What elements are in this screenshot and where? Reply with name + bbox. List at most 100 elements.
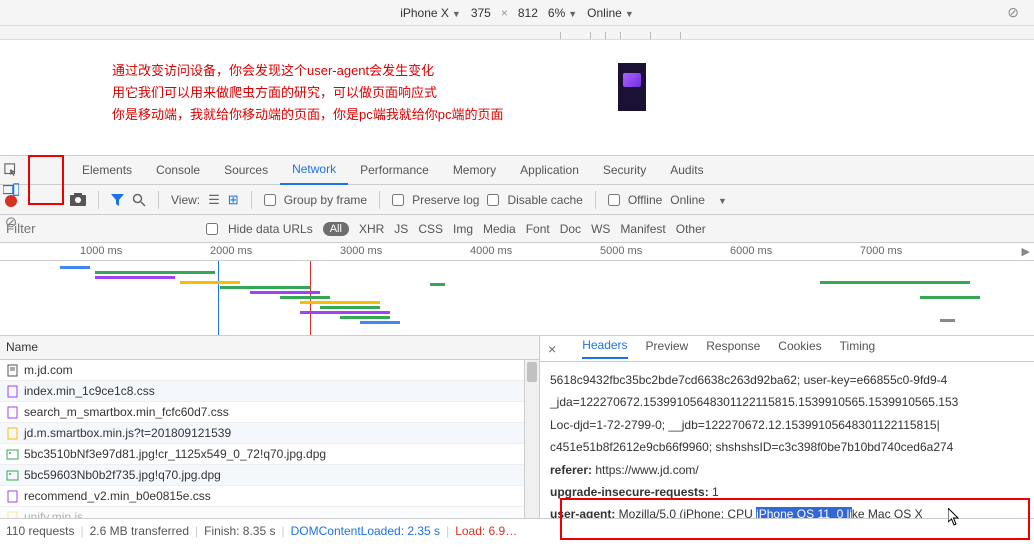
record-button[interactable]: [5, 195, 17, 207]
group-by-frame-label: Group by frame: [284, 193, 367, 207]
tab-audits[interactable]: Audits: [658, 155, 715, 185]
viewport-area: 通过改变访问设备，你会发现这个user-agent会发生变化 用它我们可以用来做…: [0, 40, 1034, 155]
throttle-select[interactable]: Online▼: [587, 6, 634, 20]
details-tabs: × Headers Preview Response Cookies Timin…: [540, 336, 1034, 362]
close-icon[interactable]: ×: [548, 341, 556, 357]
left-gutter-2: ⊘: [0, 192, 22, 231]
filter-manifest[interactable]: Manifest: [620, 222, 665, 236]
filter-font[interactable]: Font: [526, 222, 550, 236]
referer-line: referer: https://www.jd.com/: [550, 460, 1024, 480]
filter-all[interactable]: All: [323, 222, 349, 236]
panel-tabs: Elements Console Sources Network Perform…: [0, 155, 1034, 185]
tab-response[interactable]: Response: [706, 339, 760, 358]
details-pane: × Headers Preview Response Cookies Timin…: [540, 336, 1034, 518]
filter-xhr[interactable]: XHR: [359, 222, 384, 236]
mouse-cursor: [948, 508, 962, 526]
js-icon: [6, 427, 19, 440]
column-header-name[interactable]: Name: [0, 336, 539, 360]
network-toolbar: View: ☰ ⊞ Group by frame Preserve log Di…: [0, 185, 1034, 215]
tab-memory[interactable]: Memory: [441, 155, 508, 185]
request-row[interactable]: 5bc3510bNf3e97d81.jpg!cr_1125x549_0_72!q…: [0, 444, 524, 465]
waterfall[interactable]: [0, 261, 1034, 336]
request-row[interactable]: unify.min.js: [0, 507, 524, 518]
filter-img[interactable]: Img: [453, 222, 473, 236]
request-row[interactable]: index.min_1c9ce1c8.css: [0, 381, 524, 402]
status-requests: 110 requests: [6, 524, 75, 538]
device-select[interactable]: iPhone X▼: [400, 6, 461, 20]
group-by-frame-checkbox[interactable]: [264, 194, 276, 206]
js-icon: [6, 511, 19, 519]
tab-timing[interactable]: Timing: [840, 339, 876, 358]
disable-cache-checkbox[interactable]: [487, 194, 499, 206]
inspect-icon[interactable]: [4, 163, 18, 177]
grid-view-icon[interactable]: ⊞: [228, 192, 239, 208]
request-row[interactable]: 5bc59603Nb0b2f735.jpg!q70.jpg.dpg: [0, 465, 524, 486]
cookie-line: 5618c9432fbc35bc2bde7cd6638c263d92ba62; …: [550, 370, 1024, 390]
tab-console[interactable]: Console: [144, 155, 212, 185]
clear-icon[interactable]: ⊘: [5, 213, 18, 231]
viewport-height[interactable]: 812: [518, 6, 538, 20]
loc-line: Loc-djd=1-72-2799-0; __jdb=122270672.12.…: [550, 415, 1024, 435]
tab-application[interactable]: Application: [508, 155, 591, 185]
hide-data-urls-label: Hide data URLs: [228, 222, 313, 236]
c451-line: c451e51b8f2612e9cb66f9960; shshshsID=c3c…: [550, 437, 1024, 457]
tab-headers[interactable]: Headers: [582, 338, 627, 359]
view-label: View:: [171, 193, 200, 207]
scrollbar[interactable]: [524, 360, 539, 518]
css-icon: [6, 385, 19, 398]
list-view-icon[interactable]: ☰: [208, 192, 220, 208]
highlight-box-1: [28, 155, 64, 205]
filter-icon[interactable]: [111, 194, 124, 206]
hide-data-urls-checkbox[interactable]: [206, 223, 218, 235]
disable-cache-label: Disable cache: [507, 193, 582, 207]
zoom-select[interactable]: 6%▼: [548, 6, 577, 20]
offline-label: Offline: [628, 193, 662, 207]
status-load: Load: 6.9…: [455, 524, 517, 538]
throttle-select-2[interactable]: Online ▼: [670, 193, 727, 207]
search-icon[interactable]: [132, 193, 146, 207]
headers-body[interactable]: 5618c9432fbc35bc2bde7cd6638c263d92ba62; …: [540, 362, 1034, 518]
filter-doc[interactable]: Doc: [560, 222, 581, 236]
tab-security[interactable]: Security: [591, 155, 658, 185]
css-icon: [6, 406, 19, 419]
device-toolbar: iPhone X▼ 375 × 812 6%▼ Online▼ ⊘: [0, 0, 1034, 26]
filter-ws[interactable]: WS: [591, 222, 610, 236]
time-axis: 1000 ms 2000 ms 3000 ms 4000 ms 5000 ms …: [0, 243, 1034, 261]
preserve-log-label: Preserve log: [412, 193, 479, 207]
status-dcl: DOMContentLoaded: 2.35 s: [291, 524, 440, 538]
annotation-text: 通过改变访问设备，你会发现这个user-agent会发生变化 用它我们可以用来做…: [112, 60, 503, 126]
ruler: [0, 26, 1034, 40]
rotate-icon[interactable]: ⊘: [1007, 4, 1019, 21]
img-icon: [6, 469, 19, 482]
status-transferred: 2.6 MB transferred: [90, 524, 189, 538]
preserve-log-checkbox[interactable]: [392, 194, 404, 206]
jda-line: _jda=122270672.1539910564830112211​5815.…: [550, 392, 1024, 412]
doc-icon: [6, 364, 19, 377]
filter-other[interactable]: Other: [676, 222, 706, 236]
request-row[interactable]: jd.m.smartbox.min.js?t=201809121539: [0, 423, 524, 444]
offline-checkbox[interactable]: [608, 194, 620, 206]
tab-performance[interactable]: Performance: [348, 155, 441, 185]
dimension-separator: ×: [501, 6, 508, 20]
request-list-pane: Name m.jd.com index.min_1c9ce1c8.css sea…: [0, 336, 540, 518]
request-row[interactable]: m.jd.com: [0, 360, 524, 381]
viewport-width[interactable]: 375: [471, 6, 491, 20]
filter-js[interactable]: JS: [394, 222, 408, 236]
page-thumbnail: [618, 63, 646, 111]
tab-sources[interactable]: Sources: [212, 155, 280, 185]
filter-bar: Hide data URLs All XHR JS CSS Img Media …: [0, 215, 1034, 243]
camera-icon[interactable]: [70, 193, 86, 206]
img-icon: [6, 448, 19, 461]
split-pane: Name m.jd.com index.min_1c9ce1c8.css sea…: [0, 336, 1034, 518]
filter-input[interactable]: [6, 221, 126, 236]
tab-network[interactable]: Network: [280, 155, 348, 185]
filter-css[interactable]: CSS: [418, 222, 443, 236]
request-row[interactable]: search_m_smartbox.min_fcfc60d7.css: [0, 402, 524, 423]
tab-preview[interactable]: Preview: [646, 339, 689, 358]
request-row[interactable]: recommend_v2.min_b0e0815e.css: [0, 486, 524, 507]
tab-cookies[interactable]: Cookies: [778, 339, 821, 358]
status-finish: Finish: 8.35 s: [204, 524, 275, 538]
tab-elements[interactable]: Elements: [70, 155, 144, 185]
request-rows[interactable]: m.jd.com index.min_1c9ce1c8.css search_m…: [0, 360, 524, 518]
filter-media[interactable]: Media: [483, 222, 516, 236]
